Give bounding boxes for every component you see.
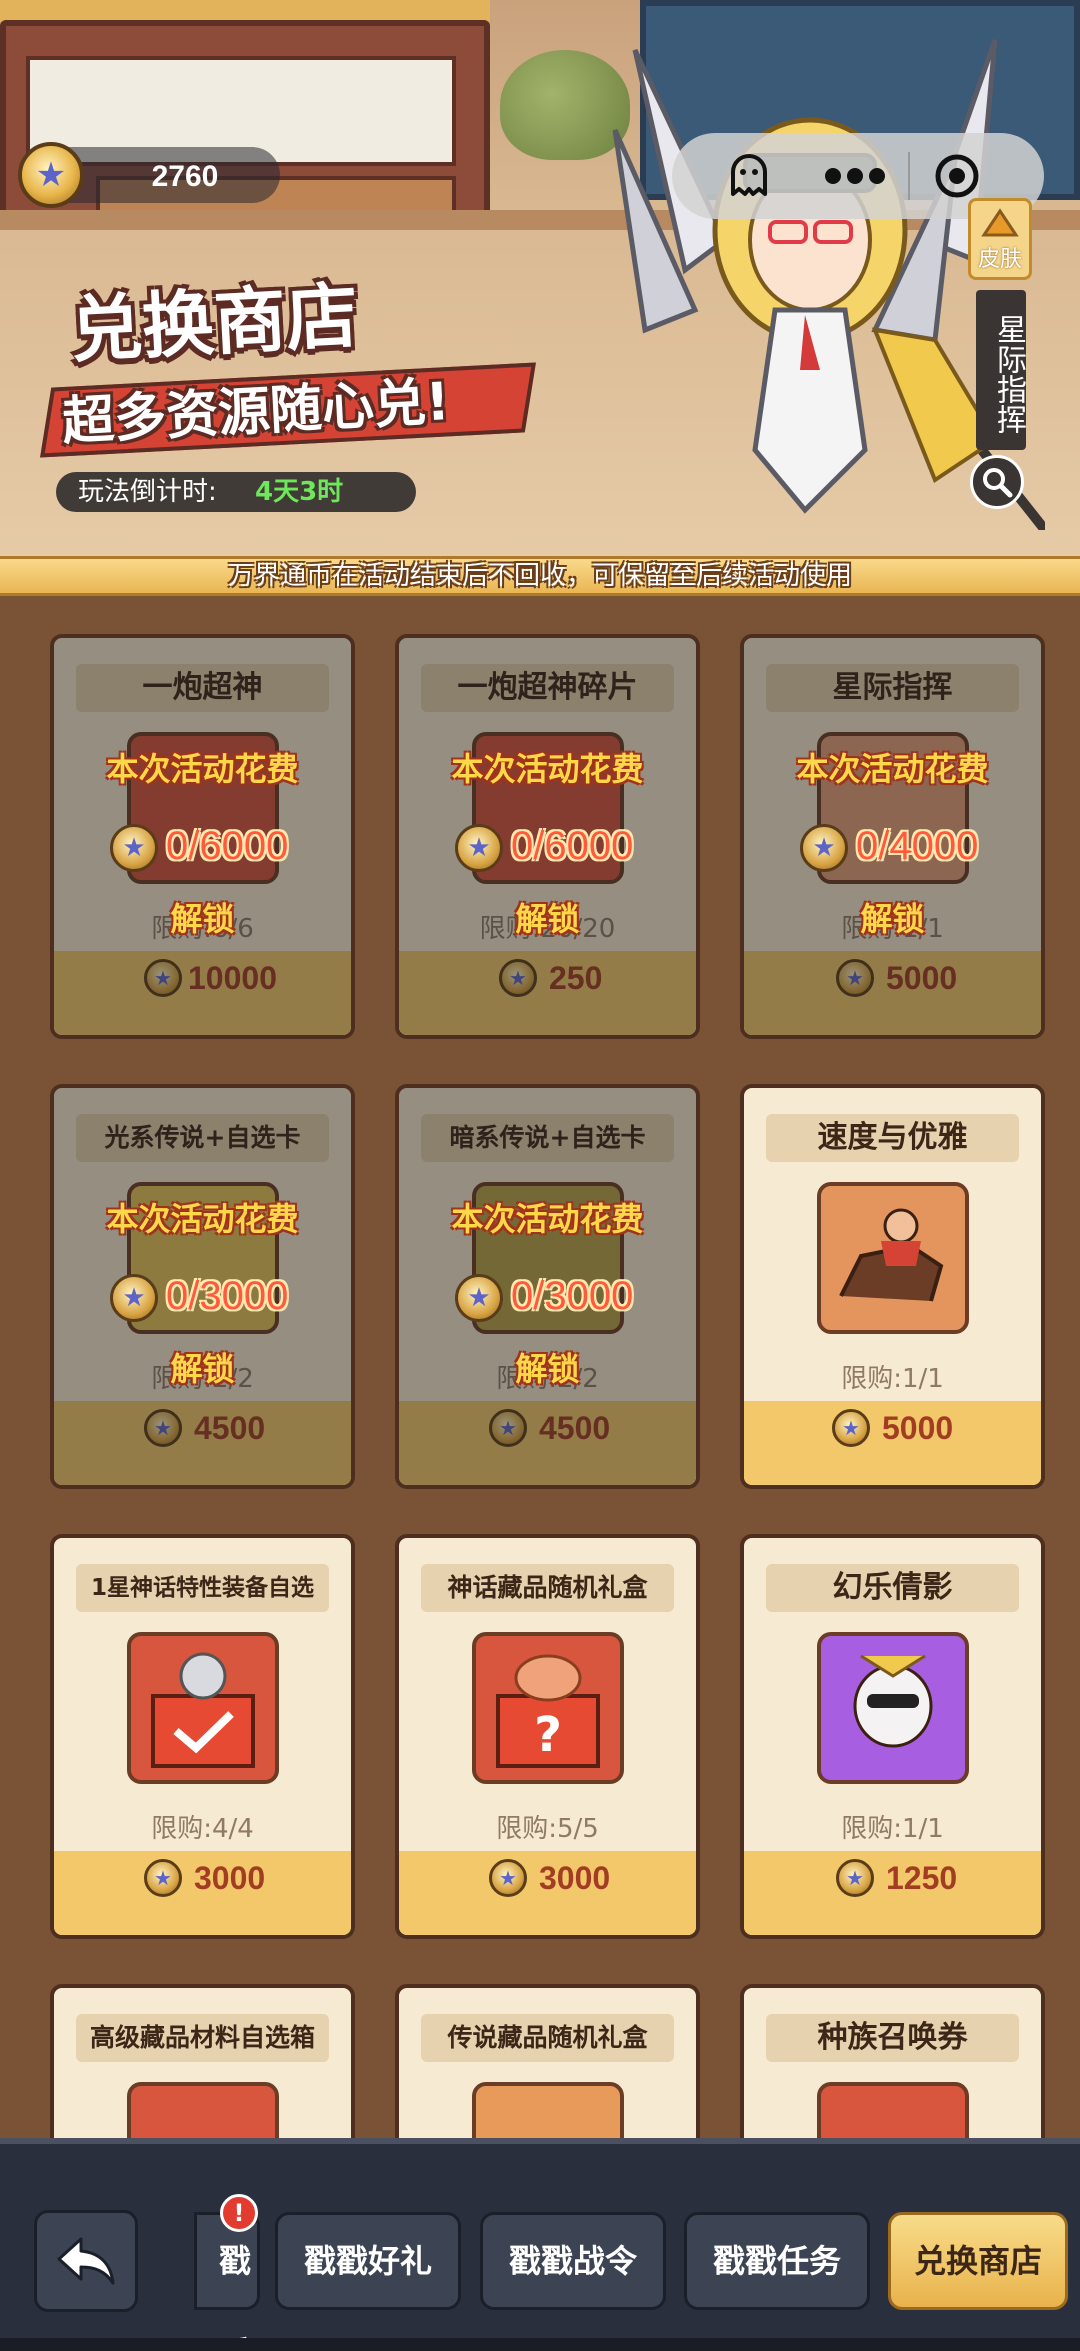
unlock-progress: 0/3000 [511, 1274, 634, 1318]
unlock-label: 解锁 [515, 900, 580, 938]
item-name: 传说藏品随机礼盒 [421, 2014, 674, 2062]
currency-coin-icon [110, 1274, 158, 1322]
mystery-box-icon: ? [472, 1632, 624, 1784]
lock-spend-label: 本次活动花费 [106, 750, 299, 788]
shop-item-card[interactable]: 传说藏品随机礼盒 [395, 1984, 700, 2140]
item-price: 3000 [539, 1860, 611, 1896]
home-indicator-bar [0, 2338, 1080, 2351]
currency-coin-icon [455, 1274, 503, 1322]
item-name: 幻乐倩影 [766, 1564, 1019, 1612]
currency-coin-icon [836, 1859, 874, 1897]
unlock-progress: 0/4000 [856, 824, 979, 868]
currency-coin-icon [110, 824, 158, 872]
page-subtitle: 超多资源随心兑! [60, 372, 452, 453]
currency-coin-icon [489, 1859, 527, 1897]
shop-item-card[interactable]: 种族召唤券 [740, 1984, 1045, 2140]
shop-item-card[interactable]: 神话藏品随机礼盒 ? 限购:5/5 3000 [395, 1534, 700, 1939]
character-name-tag: 星际指挥 [976, 290, 1026, 450]
back-button[interactable] [34, 2210, 138, 2312]
currency-coin-icon [18, 142, 84, 208]
tab-tasks[interactable]: 戳戳任务 [684, 2212, 870, 2310]
shop-item-grid: 一炮超神 限购:6/6 10000 本次活动花费 0/6000 解锁 一炮超神碎… [0, 600, 1080, 2140]
item-purchase-limit: 限购:1/1 [841, 1814, 944, 1844]
crystal-icon [127, 2082, 279, 2140]
unlock-label: 解锁 [170, 1350, 235, 1388]
shop-item-card[interactable]: 幻乐倩影 限购:1/1 1250 [740, 1534, 1045, 1939]
gear-box-icon [127, 1632, 279, 1784]
skin-tag[interactable]: 皮肤 [968, 198, 1032, 280]
unlock-progress: 0/6000 [166, 824, 289, 868]
item-purchase-limit: 限购:5/5 [496, 1814, 599, 1844]
item-purchase-limit: 限购:1/1 [841, 1364, 944, 1394]
item-name: 神话藏品随机礼盒 [421, 1564, 674, 1612]
currency-coin-icon [144, 1859, 182, 1897]
countdown-label: 玩法倒计时: [78, 477, 217, 507]
svg-text:?: ? [534, 1707, 562, 1763]
shop-item-card[interactable]: 暗系传说+自选卡 限购:2/2 4500 本次活动花费 0/3000 解锁 [395, 1084, 700, 1489]
currency-coin-icon [832, 1409, 870, 1447]
currency-notice: 万界通币在活动结束后不回收，可保留至后续活动使用 [0, 556, 1080, 596]
tab-exchange-shop[interactable]: 兑换商店 [888, 2212, 1068, 2310]
item-price: 1250 [886, 1860, 958, 1896]
unlock-label: 解锁 [860, 900, 925, 938]
page-title: 兑换商店 [68, 273, 361, 373]
shop-item-card[interactable]: 星际指挥 限购:1/1 5000 本次活动花费 0/4000 解锁 [740, 634, 1045, 1039]
skin-tag-label: 皮肤 [977, 247, 1022, 272]
item-name: 高级藏品材料自选箱 [76, 2014, 329, 2062]
gold-box-icon [472, 2082, 624, 2140]
lock-spend-label: 本次活动花费 [451, 1200, 644, 1238]
shop-item-card[interactable]: 一炮超神碎片 限购:20/20 250 本次活动花费 0/6000 解锁 [395, 634, 700, 1039]
unlock-progress: 0/3000 [166, 1274, 289, 1318]
unlock-label: 解锁 [515, 1350, 580, 1388]
idol-skin-icon [817, 1632, 969, 1784]
header-banner: 2760 兑换商店 超多资源随心兑! 玩法倒计时: 4天3时 [0, 0, 1080, 560]
shop-item-card[interactable]: 1星神话特性装备自选 限购:4/4 3000 [50, 1534, 355, 1939]
shop-item-card[interactable]: 光系传说+自选卡 限购:2/2 4500 本次活动花费 0/3000 解锁 [50, 1084, 355, 1489]
ticket-icon [817, 2082, 969, 2140]
tab-gifts[interactable]: 戳戳好礼 [275, 2212, 461, 2310]
unlock-progress: 0/6000 [511, 824, 634, 868]
shop-item-card[interactable]: 一炮超神 限购:6/6 10000 本次活动花费 0/6000 解锁 [50, 634, 355, 1039]
lock-spend-label: 本次活动花费 [451, 750, 644, 788]
item-price: 3000 [194, 1860, 266, 1896]
shop-item-card[interactable]: 速度与优雅 限购:1/1 5000 [740, 1084, 1045, 1489]
capsule-divider [908, 152, 910, 200]
back-arrow-icon [57, 2237, 115, 2285]
lock-spend-label: 本次活动花费 [106, 1200, 299, 1238]
banner-top-strip [0, 0, 490, 22]
skin-hat-icon [981, 208, 1019, 237]
more-options-icon[interactable] [812, 133, 898, 219]
notification-badge: ! [220, 2194, 258, 2232]
currency-coin-icon [455, 824, 503, 872]
shop-item-card[interactable]: 高级藏品材料自选箱 [50, 1984, 355, 2140]
item-name: 速度与优雅 [766, 1114, 1019, 1162]
lock-spend-label: 本次活动花费 [796, 750, 989, 788]
tab-battle-pass[interactable]: 戳戳战令 [480, 2212, 666, 2310]
coin-balance: 2760 [151, 160, 219, 193]
item-name: 种族召唤券 [766, 2014, 1019, 2062]
unlock-label: 解锁 [170, 900, 235, 938]
item-price: 5000 [882, 1410, 954, 1446]
horse-rider-icon [817, 1182, 969, 1334]
ghost-icon[interactable] [706, 133, 792, 219]
currency-coin-icon [800, 824, 848, 872]
bottom-nav: 戳乐 ! 戳戳好礼 戳戳战令 戳戳任务 兑换商店 [0, 2138, 1080, 2351]
item-purchase-limit: 限购:4/4 [151, 1814, 254, 1844]
item-name: 1星神话特性装备自选 [76, 1564, 329, 1612]
zoom-search-icon[interactable] [970, 455, 1024, 509]
countdown-value: 4天3时 [255, 477, 344, 507]
